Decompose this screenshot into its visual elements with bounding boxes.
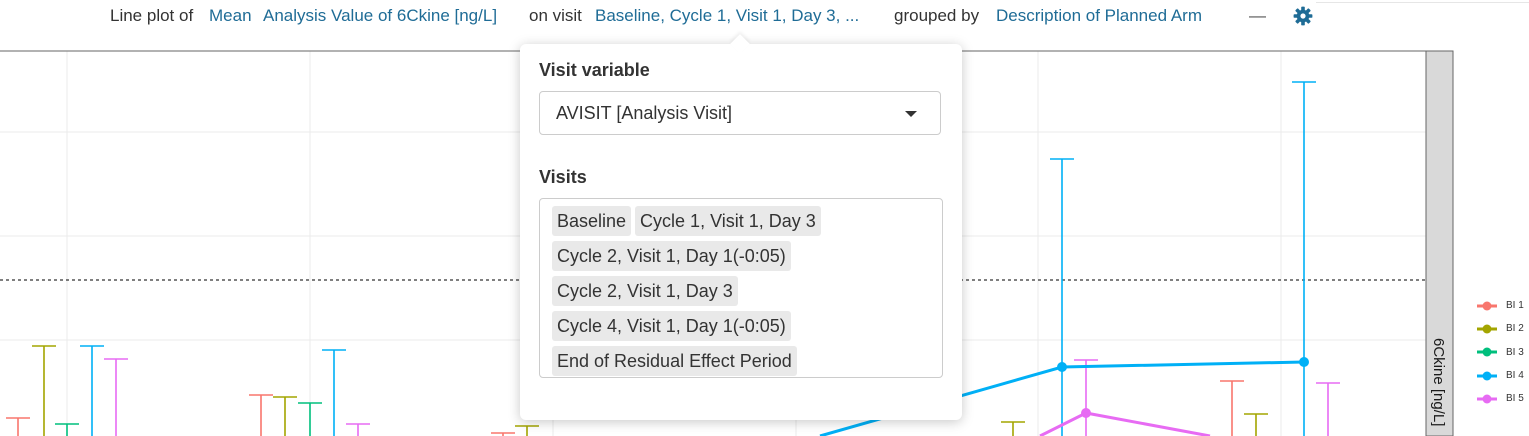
- legend-key-point: [1482, 301, 1492, 311]
- visits-label: Visits: [539, 167, 587, 187]
- legend-key-point: [1482, 324, 1492, 334]
- visits-multiselect[interactable]: Baseline Cycle 1, Visit 1, Day 3 Cycle 2,…: [539, 198, 943, 378]
- legend: [1477, 301, 1497, 404]
- chevron-down-icon: [905, 111, 917, 117]
- legend-label: BI 1: [1506, 300, 1524, 311]
- legend-key-point: [1482, 371, 1492, 381]
- legend-label: BI 5: [1506, 393, 1524, 404]
- legend-label: BI 4: [1506, 370, 1524, 381]
- visit-settings-popover: Visit variable AVISIT [Analysis Visit] V…: [520, 34, 962, 420]
- point-bi5: [1081, 408, 1091, 418]
- visit-variable-label: Visit variable: [539, 60, 650, 80]
- visit-variable-value: AVISIT [Analysis Visit]: [556, 103, 733, 123]
- visit-tag[interactable]: Cycle 4, Visit 1, Day 1(-0:05): [552, 311, 791, 341]
- visit-tag[interactable]: Cycle 2, Visit 1, Day 1(-0:05): [552, 241, 791, 271]
- legend-key-point: [1482, 394, 1492, 404]
- visit-tag[interactable]: Baseline: [552, 206, 632, 236]
- point-bi4: [1057, 362, 1067, 372]
- visit-tag[interactable]: Cycle 1, Visit 1, Day 3: [635, 206, 821, 236]
- visit-tag[interactable]: End of Residual Effect Period: [552, 346, 797, 376]
- legend-label: BI 2: [1506, 323, 1524, 334]
- point-bi4: [1299, 357, 1309, 367]
- visit-variable-select[interactable]: AVISIT [Analysis Visit]: [539, 91, 941, 135]
- legend-key-point: [1482, 347, 1492, 357]
- legend-label: BI 3: [1506, 347, 1524, 358]
- facet-label: 6Ckine [ng/L]: [1430, 338, 1447, 426]
- visit-tag[interactable]: Cycle 2, Visit 1, Day 3: [552, 276, 738, 306]
